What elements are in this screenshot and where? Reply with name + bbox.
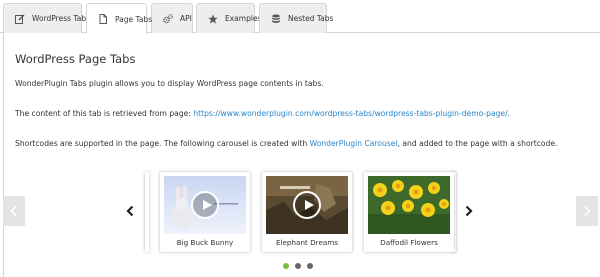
- play-icon: [293, 191, 321, 219]
- video-thumbnail[interactable]: [266, 176, 348, 234]
- play-icon: [191, 191, 219, 219]
- source-page-link[interactable]: https://www.wonderplugin.com/wordpress-t…: [193, 109, 507, 118]
- carousel-next-button[interactable]: [464, 205, 474, 217]
- database-icon: [272, 14, 280, 23]
- chevron-right-icon: [465, 206, 473, 216]
- slider-next-button[interactable]: [576, 196, 598, 226]
- shortcode-suffix: , and added to the page with a shortcode…: [397, 139, 558, 148]
- tab-nested-tabs[interactable]: Nested Tabs: [259, 3, 333, 33]
- edit-icon: [15, 14, 25, 24]
- carousel-caption: Elephant Dreams: [275, 238, 339, 247]
- tab-label: Nested Tabs: [288, 14, 334, 23]
- carousel-dot[interactable]: [295, 263, 301, 269]
- tab-label: WordPress Tabs: [32, 14, 91, 23]
- tab-label: Examples: [225, 14, 262, 23]
- daffodil-image: [368, 176, 450, 234]
- carousel-item[interactable]: Daffodil Flowers: [364, 172, 454, 252]
- tab-label: API: [180, 14, 192, 23]
- carousel-item[interactable]: Elephant Dreams: [262, 172, 352, 252]
- carousel-caption: Daffodil Flowers: [380, 238, 438, 247]
- file-icon: [99, 14, 107, 24]
- carousel-plugin-link[interactable]: WonderPlugin Carousel: [310, 139, 398, 148]
- shortcode-text: Shortcodes are supported in the page. Th…: [15, 139, 557, 148]
- star-icon: [208, 13, 218, 24]
- tab-wordpress-tabs[interactable]: WordPress Tabs: [3, 3, 90, 33]
- carousel-dot[interactable]: [283, 263, 289, 269]
- tab-api[interactable]: API: [151, 3, 193, 33]
- intro-text: WonderPlugin Tabs plugin allows you to d…: [15, 79, 324, 88]
- chevron-right-icon: [584, 206, 591, 216]
- carousel-prev-button[interactable]: [125, 205, 135, 217]
- carousel-dot[interactable]: [307, 263, 313, 269]
- tab-bar: WordPress Tabs Page Tabs API Examples Ne…: [0, 0, 600, 34]
- carousel-item[interactable]: Big Buck Bunny: [160, 172, 250, 252]
- gears-icon: [163, 13, 173, 23]
- chevron-left-icon: [126, 206, 134, 216]
- slider-prev-button[interactable]: [3, 196, 25, 226]
- tab-label: Page Tabs: [115, 14, 153, 24]
- page-title: WordPress Page Tabs: [15, 52, 136, 66]
- shortcode-prefix: Shortcodes are supported in the page. Th…: [15, 139, 310, 148]
- source-suffix: .: [507, 109, 511, 118]
- tab-page-tabs[interactable]: Page Tabs: [86, 3, 152, 34]
- carousel-caption: Big Buck Bunny: [176, 238, 234, 247]
- image-thumbnail[interactable]: [368, 176, 450, 234]
- source-prefix: The content of this tab is retrieved fro…: [15, 109, 194, 118]
- source-text: The content of this tab is retrieved fro…: [15, 109, 510, 118]
- chevron-left-icon: [10, 206, 17, 216]
- carousel-pagination: [283, 263, 313, 269]
- video-thumbnail[interactable]: [164, 176, 246, 234]
- tab-examples[interactable]: Examples: [196, 3, 261, 33]
- carousel-partial-item: [145, 172, 149, 252]
